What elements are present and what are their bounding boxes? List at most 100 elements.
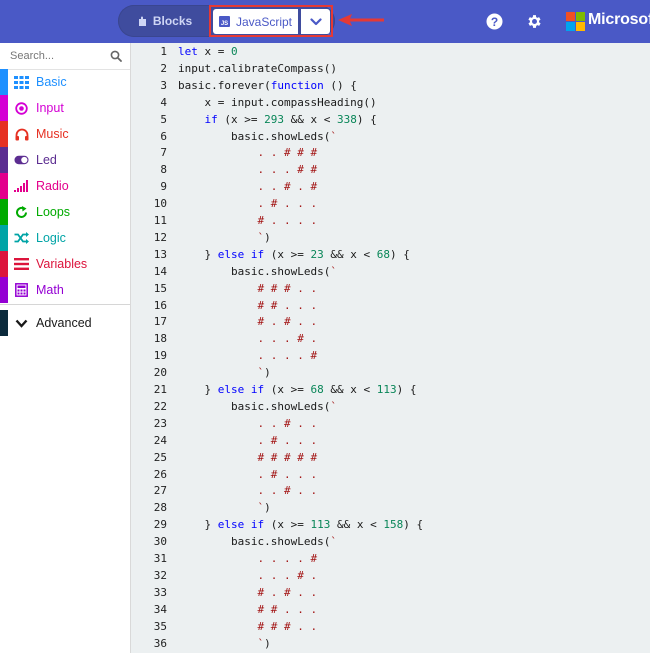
settings-button[interactable] [524,11,544,31]
line-number: 29 [153,518,167,532]
code-line[interactable]: basic.forever(function () { [178,79,357,92]
category-input[interactable]: Input [0,95,130,121]
line-number: 27 [153,484,167,498]
category-basic[interactable]: Basic [0,69,130,95]
code-line[interactable]: # # # . . [178,620,317,633]
code-line[interactable]: basic.showLeds(` [178,535,337,548]
signal-bars-icon [14,179,29,193]
line-number: 33 [153,585,167,599]
code-line[interactable]: `) [178,366,270,379]
line-number: 35 [153,619,167,633]
category-music[interactable]: Music [0,121,130,147]
code-line[interactable]: `) [178,637,270,650]
code-line[interactable]: . . # . . [178,484,317,497]
line-number: 34 [153,602,167,616]
line-number: 1 [160,45,167,58]
category-color-stripe [0,251,8,277]
svg-text:?: ? [490,15,497,29]
line-number: 36 [153,636,167,650]
category-label: Basic [36,75,67,89]
line-number: 25 [153,450,167,464]
category-variables[interactable]: Variables [0,251,130,277]
search-input[interactable] [10,49,100,63]
category-loops[interactable]: Loops [0,199,130,225]
line-number: 11 [153,214,167,227]
line-number: 20 [153,366,167,380]
code-line[interactable]: # . # . . [178,315,317,328]
code-line[interactable]: . # . . . [178,197,317,210]
code-line[interactable]: # # . . . [178,299,317,312]
code-line[interactable]: # # # # # [178,451,317,464]
category-label: Radio [36,179,69,193]
category-label: Logic [36,231,66,245]
code-line[interactable]: # . # . . [178,586,317,599]
annotation-highlight-box [209,5,333,37]
code-line[interactable]: basic.showLeds(` [178,130,337,143]
line-number: 30 [153,535,167,549]
category-color-stripe [0,277,8,303]
category-color-stripe [0,173,8,199]
grid-icon [14,75,29,89]
code-line[interactable]: # # . . . [178,603,317,616]
line-number: 26 [153,467,167,481]
line-number: 18 [153,332,167,346]
line-number: 9 [160,180,167,194]
code-line[interactable]: . # . . . [178,468,317,481]
line-number: 24 [153,433,167,447]
category-label: Led [36,153,57,167]
category-color-stripe [0,95,8,121]
code-line[interactable]: . . . # . [178,332,317,345]
category-color-stripe [0,225,8,251]
line-number: 6 [160,129,167,143]
help-button[interactable]: ? [484,11,504,31]
puzzle-piece-icon [138,16,147,27]
microsoft-brand-text[interactable]: Microsoft [588,11,650,29]
top-menu-bar: Blocks JS JavaScript ? Microsoft [0,0,650,43]
code-line[interactable]: x = input.compassHeading() [178,96,376,109]
code-line[interactable]: basic.showLeds(` [178,400,337,413]
category-label: Variables [36,257,88,271]
code-line[interactable]: } else if (x >= 68 && x < 113) { [178,383,416,396]
code-line[interactable]: `) [178,231,270,244]
line-number: 21 [153,383,167,396]
code-editor[interactable]: 1 2 3 4 5 6 7 8 9 10 11 12 13 14 15 16 17 18 19 20 21 22 23 24 2… [131,43,650,653]
blocks-mode-button[interactable]: Blocks [125,9,205,33]
code-line[interactable]: . . . . # [178,349,317,362]
code-line[interactable]: . . . # . [178,569,317,582]
code-line[interactable]: # # # . . [178,282,317,295]
line-number: 15 [153,281,167,295]
code-line[interactable]: . . . # # [178,163,317,176]
code-line[interactable]: let x = 0 [178,45,238,58]
category-color-stripe [0,69,8,95]
code-line[interactable]: . . # # # [178,146,317,159]
toggle-icon [14,153,29,167]
code-line[interactable]: . . . . # [178,552,317,565]
chevron-down-icon [14,316,29,330]
search-icon[interactable] [110,50,122,62]
category-label: Input [36,101,64,115]
code-line[interactable]: . . # . . [178,417,317,430]
line-number: 19 [153,349,167,363]
line-number: 2 [160,61,167,75]
code-line[interactable]: if (x >= 293 && x < 338) { [178,113,377,126]
code-line[interactable]: . # . . . [178,434,317,447]
code-line[interactable]: # . . . . [178,214,317,227]
category-logic[interactable]: Logic [0,225,130,251]
code-line[interactable]: . . # . # [178,180,317,193]
code-line[interactable]: basic.showLeds(` [178,265,337,278]
category-color-stripe [0,199,8,225]
category-led[interactable]: Led [0,147,130,173]
code-line[interactable]: input.calibrateCompass() [178,62,337,75]
calculator-icon [14,283,29,297]
category-radio[interactable]: Radio [0,173,130,199]
category-advanced[interactable]: Advanced [0,310,130,336]
category-math[interactable]: Math [0,277,130,303]
code-line[interactable]: } else if (x >= 113 && x < 158) { [178,518,423,531]
code-line[interactable]: } else if (x >= 23 && x < 68) { [178,248,409,261]
annotation-arrow-icon [338,14,384,26]
code-line[interactable]: `) [178,501,270,514]
category-color-stripe [0,121,8,147]
line-number: 13 [153,247,167,261]
toolbox-search [0,43,130,70]
toolbox-sidebar: Basic Input Music Led Radio Loops [0,43,131,653]
